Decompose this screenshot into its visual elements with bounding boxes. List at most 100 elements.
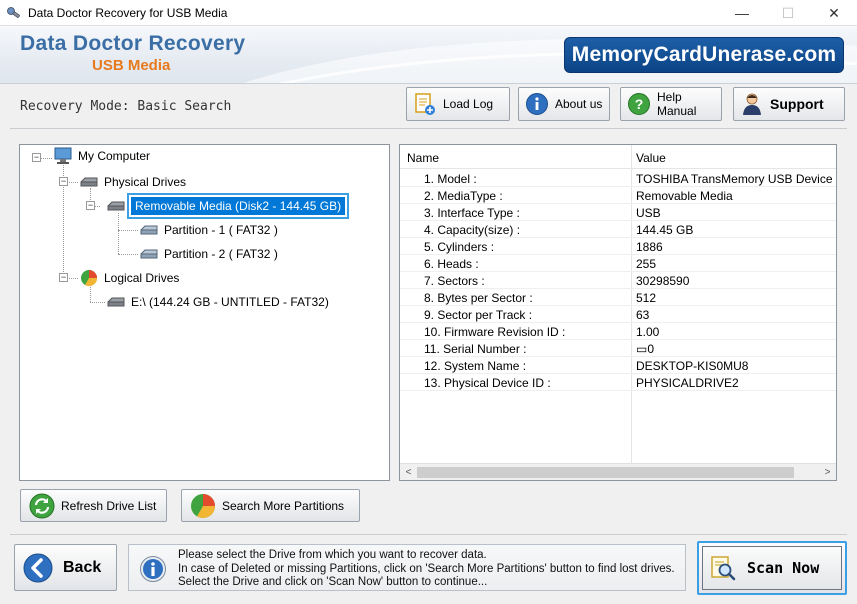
detail-name: 12. System Name : xyxy=(424,359,527,373)
detail-name: 3. Interface Type : xyxy=(424,206,520,220)
detail-name: 11. Serial Number : xyxy=(424,342,527,356)
recovery-mode-label: Recovery Mode: Basic Search xyxy=(20,99,232,114)
table-row[interactable]: 7. Sectors : 30298590 xyxy=(400,272,836,289)
tree-line xyxy=(90,285,91,302)
site-badge: MemoryCardUnerase.com xyxy=(564,37,844,73)
tree-node-logical-e[interactable]: E:\ (144.24 GB - UNTITLED - FAT32) xyxy=(106,293,329,311)
table-row[interactable]: 5. Cylinders : 1886 xyxy=(400,238,836,255)
scroll-right-button[interactable]: > xyxy=(820,465,835,480)
table-row[interactable]: 4. Capacity(size) : 144.45 GB xyxy=(400,221,836,238)
search-more-label: Search More Partitions xyxy=(222,498,345,513)
pie-chart-icon xyxy=(81,270,98,287)
load-log-button[interactable]: Load Log xyxy=(406,87,510,121)
expander-removable-media[interactable]: − xyxy=(86,201,95,210)
search-more-partitions-button[interactable]: Search More Partitions xyxy=(181,489,360,522)
help-manual-button[interactable]: ? Help Manual xyxy=(620,87,722,121)
detail-value: Removable Media xyxy=(636,189,733,203)
tree-line xyxy=(118,254,138,255)
detail-value: 144.45 GB xyxy=(636,223,694,237)
support-label: Support xyxy=(770,96,824,112)
minimize-button[interactable]: — xyxy=(719,0,765,26)
info-icon xyxy=(140,556,166,582)
detail-value: 1886 xyxy=(636,240,663,254)
computer-icon xyxy=(54,147,72,164)
table-row[interactable]: 3. Interface Type : USB xyxy=(400,204,836,221)
horizontal-scrollbar[interactable]: < > xyxy=(400,463,836,480)
partition-icon xyxy=(140,225,158,235)
scrollbar-thumb[interactable] xyxy=(417,467,794,478)
about-us-button[interactable]: About us xyxy=(518,87,610,121)
table-row[interactable]: 8. Bytes per Sector : 512 xyxy=(400,289,836,306)
detail-name: 13. Physical Device ID : xyxy=(424,376,551,390)
tree-label-physical-drives: Physical Drives xyxy=(104,175,187,189)
svg-text:?: ? xyxy=(635,96,644,112)
table-row[interactable]: 2. MediaType : Removable Media xyxy=(400,187,836,204)
header-divider xyxy=(10,128,847,129)
footer-divider xyxy=(10,534,847,535)
detail-name: 6. Heads : xyxy=(424,257,479,271)
detail-name: 1. Model : xyxy=(424,172,477,186)
table-row[interactable]: 12. System Name : DESKTOP-KIS0MU8 xyxy=(400,357,836,374)
detail-value: USB xyxy=(636,206,661,220)
load-log-icon xyxy=(415,93,435,115)
tree-label-removable-media: Removable Media (Disk2 - 144.45 GB) xyxy=(126,193,350,219)
scan-now-button[interactable]: Scan Now xyxy=(697,541,847,595)
back-arrow-icon xyxy=(23,553,53,582)
detail-name: 9. Sector per Track : xyxy=(424,308,533,322)
expander-my-computer[interactable]: − xyxy=(32,153,41,162)
tree-line xyxy=(118,230,138,231)
detail-name: 2. MediaType : xyxy=(424,189,503,203)
column-header-name[interactable]: Name xyxy=(407,151,439,165)
title-bar: Data Doctor Recovery for USB Media — ☐ ✕ xyxy=(0,0,857,26)
info-icon xyxy=(526,93,548,115)
detail-value: 30298590 xyxy=(636,274,690,288)
instructions-panel: Please select the Drive from which you w… xyxy=(128,544,686,591)
about-us-label: About us xyxy=(555,97,603,111)
detail-value: 512 xyxy=(636,291,657,305)
table-row[interactable]: 1. Model : TOSHIBA TransMemory USB Devic… xyxy=(400,170,836,187)
support-person-icon xyxy=(743,93,761,115)
table-row[interactable]: 11. Serial Number : ▭0 xyxy=(400,340,836,357)
brand-title: Data Doctor Recovery xyxy=(20,32,246,55)
drive-tree[interactable]: − − − − My Computer Physical Drives Remo… xyxy=(19,144,390,481)
refresh-drive-list-button[interactable]: Refresh Drive List xyxy=(20,489,167,522)
table-row[interactable]: 6. Heads : 255 xyxy=(400,255,836,272)
tree-node-logical-drives[interactable]: Logical Drives xyxy=(79,269,179,287)
detail-value: PHYSICALDRIVE2 xyxy=(636,376,739,390)
detail-value: 63 xyxy=(636,308,650,322)
tree-node-my-computer[interactable]: My Computer xyxy=(53,147,150,165)
expander-logical-drives[interactable]: − xyxy=(59,273,68,282)
table-row[interactable]: 10. Firmware Revision ID : 1.00 xyxy=(400,323,836,340)
tree-label-logical-e: E:\ (144.24 GB - UNTITLED - FAT32) xyxy=(131,295,329,309)
pie-chart-icon xyxy=(191,493,215,518)
tree-label-my-computer: My Computer xyxy=(78,149,151,163)
instruction-line-1: Please select the Drive from which you w… xyxy=(178,549,487,561)
tree-node-partition-2[interactable]: Partition - 2 ( FAT32 ) xyxy=(139,245,278,263)
support-button[interactable]: Support xyxy=(733,87,845,121)
instruction-line-3: Select the Drive and click on 'Scan Now'… xyxy=(178,576,488,588)
tree-node-removable-media[interactable]: Removable Media (Disk2 - 144.45 GB) xyxy=(106,193,350,219)
detail-name: 7. Sectors : xyxy=(424,274,485,288)
scan-now-label: Scan Now xyxy=(747,559,820,577)
table-row[interactable]: 9. Sector per Track : 63 xyxy=(400,306,836,323)
column-header-value[interactable]: Value xyxy=(636,151,666,165)
tree-line xyxy=(90,302,105,303)
tree-label-partition-1: Partition - 1 ( FAT32 ) xyxy=(164,223,278,237)
refresh-icon xyxy=(29,493,55,518)
expander-physical-drives[interactable]: − xyxy=(59,177,68,186)
tree-node-partition-1[interactable]: Partition - 1 ( FAT32 ) xyxy=(139,221,278,239)
table-row[interactable]: 13. Physical Device ID : PHYSICALDRIVE2 xyxy=(400,374,836,391)
instruction-line-2: In case of Deleted or missing Partitions… xyxy=(178,562,675,575)
detail-value: DESKTOP-KIS0MU8 xyxy=(636,359,749,373)
back-label: Back xyxy=(63,558,102,576)
maximize-button[interactable]: ☐ xyxy=(765,0,811,26)
usb-drive-icon xyxy=(107,201,125,211)
app-icon xyxy=(7,7,20,18)
drive-details-list[interactable]: Name Value 1. Model : TOSHIBA TransMemor… xyxy=(399,144,837,481)
back-button[interactable]: Back xyxy=(14,544,117,591)
tree-node-physical-drives[interactable]: Physical Drives xyxy=(79,173,186,191)
close-button[interactable]: ✕ xyxy=(811,0,857,26)
scroll-left-button[interactable]: < xyxy=(401,465,416,480)
detail-name: 10. Firmware Revision ID : xyxy=(424,325,566,339)
refresh-label: Refresh Drive List xyxy=(61,498,157,513)
